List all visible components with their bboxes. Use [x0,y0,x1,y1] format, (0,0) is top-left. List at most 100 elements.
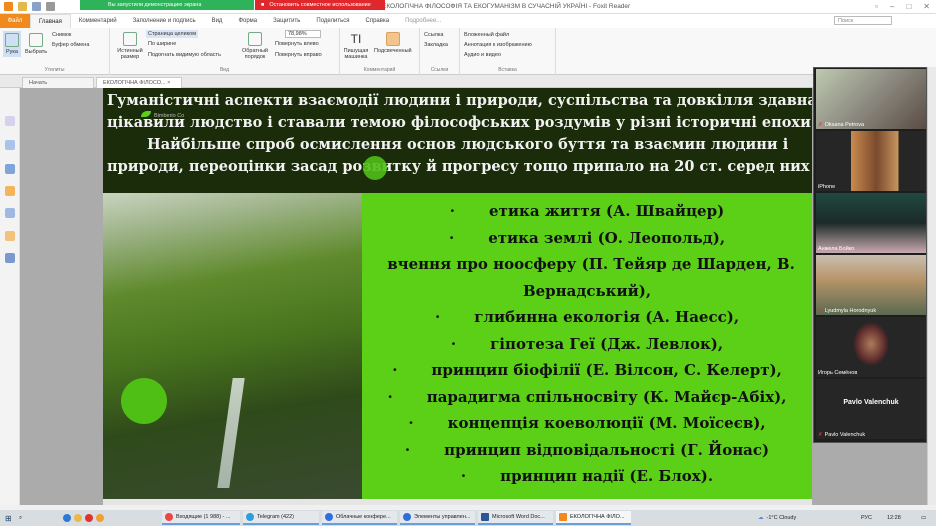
group-label: Ссылки [430,67,449,73]
taskbar: ⊞ ⌕ Входящие (1 988) - ... Telegram (422… [0,510,936,526]
tab-share[interactable]: Поделиться [308,14,357,28]
audio-video-button[interactable]: Аудио и видео [464,52,501,58]
layers-icon[interactable] [5,164,15,174]
select-button[interactable]: Выбрать [25,33,47,55]
video-feed [816,255,926,315]
taskbar-app[interactable]: Входящие (1 988) - ... [162,511,240,525]
print-icon[interactable] [46,2,55,11]
tab-fill-sign[interactable]: Заполнение и подпись [125,14,204,28]
comments-icon[interactable] [5,186,15,196]
app-label: Telegram (422) [257,514,294,520]
participant-tile[interactable]: Pavlo Valenchuk ✗ Pavlo Valenchuk [816,379,926,439]
highlight-button[interactable]: Подсвеченный [374,32,412,54]
actual-size-button[interactable]: Истинный размер [116,32,144,60]
notifications-icon[interactable]: ▭ [918,511,929,525]
hand-button[interactable]: Рука [3,31,21,57]
chrome-icon[interactable] [96,514,104,522]
signature-icon[interactable] [5,253,15,263]
participant-tile[interactable]: ✗ Oksana Petrova [816,69,926,129]
save-icon[interactable] [32,2,41,11]
horizontal-scrollbar[interactable] [103,499,812,505]
pages-icon[interactable] [5,140,15,150]
image-annotation-button[interactable]: Аннотация к изображению [464,42,532,48]
link-button[interactable]: Ссылка [424,32,443,38]
tab-help[interactable]: Справка [358,14,398,28]
chrome-icon [165,513,173,521]
folder-icon[interactable] [74,514,82,522]
name-text: Анжела Бойко [818,246,855,252]
taskbar-app[interactable]: ЕКОЛОГІЧНА ФІЛО... [556,511,631,525]
name-text: Pavlo Valenchuk [824,432,866,438]
taskbar-app[interactable]: Telegram (422) [243,511,319,525]
reverse-order-button[interactable]: Обратный порядок [240,32,270,60]
bullet: · [408,414,414,432]
tab-document[interactable]: ЕКОЛОГІЧНА ФІЛОСО... × [96,77,182,88]
app-label: Входящие (1 988) - ... [176,514,231,520]
fit-width-button[interactable]: По ширине [148,41,176,47]
app-icon[interactable] [63,514,71,522]
zoom-select[interactable]: 78,98% [285,30,321,38]
tab-start[interactable]: Начать [22,77,94,88]
weather[interactable]: ☁ -1°C Cloudy [755,511,799,525]
attach-file-button[interactable]: Вложенный файл [464,32,509,38]
tab-file[interactable]: Файл [0,14,30,28]
tab-protect[interactable]: Защитить [265,14,308,28]
clock[interactable]: 12:28 [884,511,904,525]
list-item: · парадигма спільносвіту (К. Майєр-Абіх), [362,384,812,411]
tab-view[interactable]: Вид [204,14,231,28]
participant-tile[interactable]: Анжела Бойко [816,193,926,253]
list-item: · принцип біофілії (Е. Вілсон, С. Келерт)… [362,357,812,384]
bullet: · [448,228,455,247]
share-status-text: Вы запустили демонстрацию экрана [108,2,202,8]
vertical-scrollbar[interactable] [927,67,936,505]
tell-me[interactable]: Подробнее... [397,14,449,28]
participant-tile[interactable]: ✗ Lyudmyla Horodnyuk [816,255,926,315]
muted-mic-icon: ✗ [818,122,823,128]
quick-access-toolbar [4,2,55,11]
close-tab-icon[interactable]: × [167,80,170,86]
participant-tile[interactable]: Игорь Семёнов [816,317,926,377]
video-feed [816,317,926,377]
participant-name: ✗ Lyudmyla Horodnyuk [818,308,876,314]
name-text: Lyudmyla Horodnyuk [824,308,877,314]
start-button[interactable]: ⊞ [2,511,15,525]
minimize-icon[interactable]: – [890,2,894,11]
taskbar-app[interactable]: Microsoft Word Doc... [478,511,553,525]
taskbar-app[interactable]: Элементы управлен... [400,511,475,525]
tab-home[interactable]: Главная [30,14,71,28]
taskbar-app[interactable]: Облачные конфере... [322,511,397,525]
maximize-icon[interactable]: □ [906,2,911,11]
header-line: Найбільше спроб осмислення основ людсько… [147,136,789,153]
clipboard-button[interactable]: Буфер обмена [52,42,89,48]
page-thumbnail-icon[interactable] [5,116,15,126]
opera-icon[interactable] [85,514,93,522]
leaf-icon [141,111,151,117]
tab-form[interactable]: Форма [230,14,265,28]
muted-mic-icon: ✗ [818,432,823,438]
fit-page-button[interactable]: Страница целиком [146,30,199,38]
item-text: парадигма спільносвіту (К. Майєр-Абіх), [426,387,787,406]
rotate-right-button[interactable]: Повернуть вправо [275,52,322,58]
bookmark-button[interactable]: Закладка [424,42,448,48]
stop-share-button[interactable]: ■ Остановить совместное использование [255,0,385,10]
search-input[interactable]: Поиск [834,16,892,25]
search-button[interactable]: ⌕ [16,511,25,525]
tab-comment[interactable]: Комментарий [71,14,125,28]
video-participants-panel: ✗ Oksana Petrova iPhone Анжела Бойко ✗ Lyu… [813,67,927,443]
typewriter-button[interactable]: TI Пишущая машинка [342,32,370,60]
close-icon[interactable]: ✕ [923,2,930,11]
open-icon[interactable] [18,2,27,11]
rotate-left-button[interactable]: Повернуть влево [275,41,319,47]
language[interactable]: РУС [858,511,875,525]
ribbon-options-icon[interactable]: ▫ [875,2,878,11]
fit-visible-button[interactable]: Подогнать видимую область [148,52,221,58]
participant-tile[interactable]: iPhone [816,131,926,191]
snapshot-button[interactable]: Снимок [52,32,71,38]
logo-text: Bimberio Co [154,113,185,119]
ribbon-tabs: Файл Главная Комментарий Заполнение и по… [0,14,936,28]
participant-name: Игорь Семёнов [818,370,857,376]
attachment-icon[interactable] [5,208,15,218]
security-icon[interactable] [5,231,15,241]
muted-mic-icon: ✗ [818,308,823,314]
zoom-icon [403,513,411,521]
